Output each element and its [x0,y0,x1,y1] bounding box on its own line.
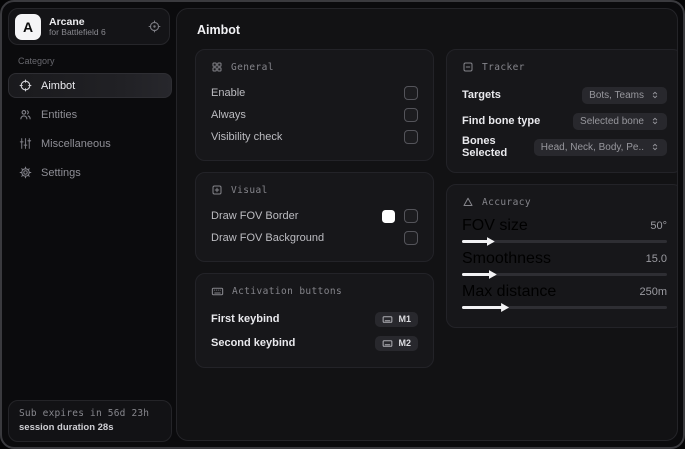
setting-row-draw-fov-border: Draw FOV Border [211,205,418,227]
slider-value: 50° [650,220,667,232]
triangle-icon [462,196,474,208]
setting-row-fov-size: FOV size 50° [462,217,667,246]
slider-value: 250m [639,286,667,298]
panel-header-label: Accuracy [482,196,531,208]
fov-size-slider[interactable] [462,237,667,246]
setting-label: Visibility check [211,131,283,143]
app-subtitle: for Battlefield 6 [49,26,106,37]
keybind-value: M1 [398,314,411,324]
setting-label: First keybind [211,313,280,325]
activation-buttons-panel: Activation buttons First keybind M1 Seco… [195,273,434,368]
setting-label: FOV size [462,217,528,234]
bones-selected-dropdown[interactable]: Head, Neck, Body, Pe.. [533,138,667,156]
second-keybind-button[interactable]: M2 [375,335,418,351]
dropdown-value: Selected bone [580,115,644,127]
dropdown-value: Bots, Teams [589,89,644,101]
max-distance-slider[interactable] [462,303,667,312]
dropdown-value: Head, Neck, Body, Pe.. [540,141,644,153]
accuracy-panel: Accuracy FOV size 50° Smoothness 15.0 Ma… [446,184,677,328]
keyboard-icon [382,314,393,325]
slider-thumb[interactable] [488,270,497,279]
find-bone-type-dropdown[interactable]: Selected bone [573,112,667,130]
slider-fill [462,237,495,246]
keybind-value: M2 [398,338,411,348]
enable-checkbox[interactable] [404,86,418,100]
session-duration-text: session duration 28s [19,422,114,433]
slider-thumb[interactable] [486,237,495,246]
targets-dropdown[interactable]: Bots, Teams [582,86,667,104]
setting-label: Draw FOV Border [211,210,299,222]
setting-label: Find bone type [462,115,541,127]
setting-label: Second keybind [211,337,296,349]
setting-row-targets: Targets Bots, Teams [462,82,667,108]
sidebar-item-settings[interactable]: Settings [8,160,172,185]
tracker-panel: Tracker Targets Bots, Teams Find bone ty… [446,49,677,173]
setting-row-bones-selected: Bones Selected Head, Neck, Body, Pe.. [462,134,667,160]
setting-label: Enable [211,87,246,99]
setting-row-max-distance: Max distance 250m [462,283,667,312]
sidebar-item-label: Settings [41,166,81,179]
crosshair-target-icon[interactable] [148,20,161,33]
sidebar-item-miscellaneous[interactable]: Miscellaneous [8,131,172,156]
slider-fill [462,270,497,279]
users-icon [19,108,32,121]
setting-label: Targets [462,89,501,101]
chevrons-up-down-icon [650,142,660,152]
smoothness-slider[interactable] [462,270,667,279]
crosshair-icon [19,79,32,92]
gear-icon [19,166,32,179]
setting-row-second-keybind: Second keybind M2 [211,331,418,355]
keyboard-icon [382,338,393,349]
setting-row-smoothness: Smoothness 15.0 [462,250,667,279]
setting-row-visibility-check: Visibility check [211,126,418,148]
panel-header-label: General [231,61,274,73]
page-title: Aimbot [197,23,241,37]
sidebar-item-label: Entities [41,108,78,121]
sidebar-item-entities[interactable]: Entities [8,102,172,127]
slider-thumb[interactable] [501,303,510,312]
visual-panel: Visual Draw FOV Border Draw FOV Backgrou… [195,172,434,262]
panel-header-label: Visual [231,184,268,196]
app-header-card: A Arcane for Battlefield 6 [8,8,170,45]
general-panel: General Enable Always Visibility check [195,49,434,161]
slider-value: 15.0 [645,253,667,265]
sidebar-item-label: Aimbot [41,79,76,92]
sidebar-item-aimbot[interactable]: Aimbot [8,73,172,98]
visibility-check-checkbox[interactable] [404,130,418,144]
sliders-icon [19,137,32,150]
draw-fov-border-checkbox[interactable] [404,209,418,223]
slider-fill [462,303,510,312]
always-checkbox[interactable] [404,108,418,122]
panel-header-label: Tracker [482,61,525,73]
setting-label: Smoothness [462,250,551,267]
first-keybind-button[interactable]: M1 [375,311,418,327]
app-name: Arcane [49,15,85,28]
sub-expires-text: Sub expires in 56d 23h [19,408,150,419]
keyboard-icon [211,285,224,298]
chevrons-up-down-icon [650,90,660,100]
setting-row-first-keybind: First keybind M1 [211,307,418,331]
setting-label: Bones Selected [462,135,508,159]
setting-row-enable: Enable [211,82,418,104]
category-label: Category [18,56,55,66]
chevrons-up-down-icon [650,116,660,126]
main-content: Aimbot General Enable Always Visibility … [176,8,678,441]
setting-label: Max distance [462,283,557,300]
setting-row-always: Always [211,104,418,126]
app-window: A Arcane for Battlefield 6 Category Aimb… [0,0,685,449]
setting-label: Draw FOV Background [211,232,325,244]
app-logo: A [15,13,41,40]
fov-border-color-swatch[interactable] [382,209,395,223]
draw-fov-background-checkbox[interactable] [404,231,418,245]
frame-plus-icon [211,184,223,196]
setting-label: Always [211,109,246,121]
square-minus-icon [462,61,474,73]
setting-row-draw-fov-background: Draw FOV Background [211,227,418,249]
sidebar: A Arcane for Battlefield 6 Category Aimb… [2,2,178,447]
subscription-card: Sub expires in 56d 23h session duration … [8,400,172,442]
panel-header-label: Activation buttons [232,286,343,297]
grid-icon [211,61,223,73]
setting-row-find-bone-type: Find bone type Selected bone [462,108,667,134]
sidebar-item-label: Miscellaneous [41,137,111,150]
